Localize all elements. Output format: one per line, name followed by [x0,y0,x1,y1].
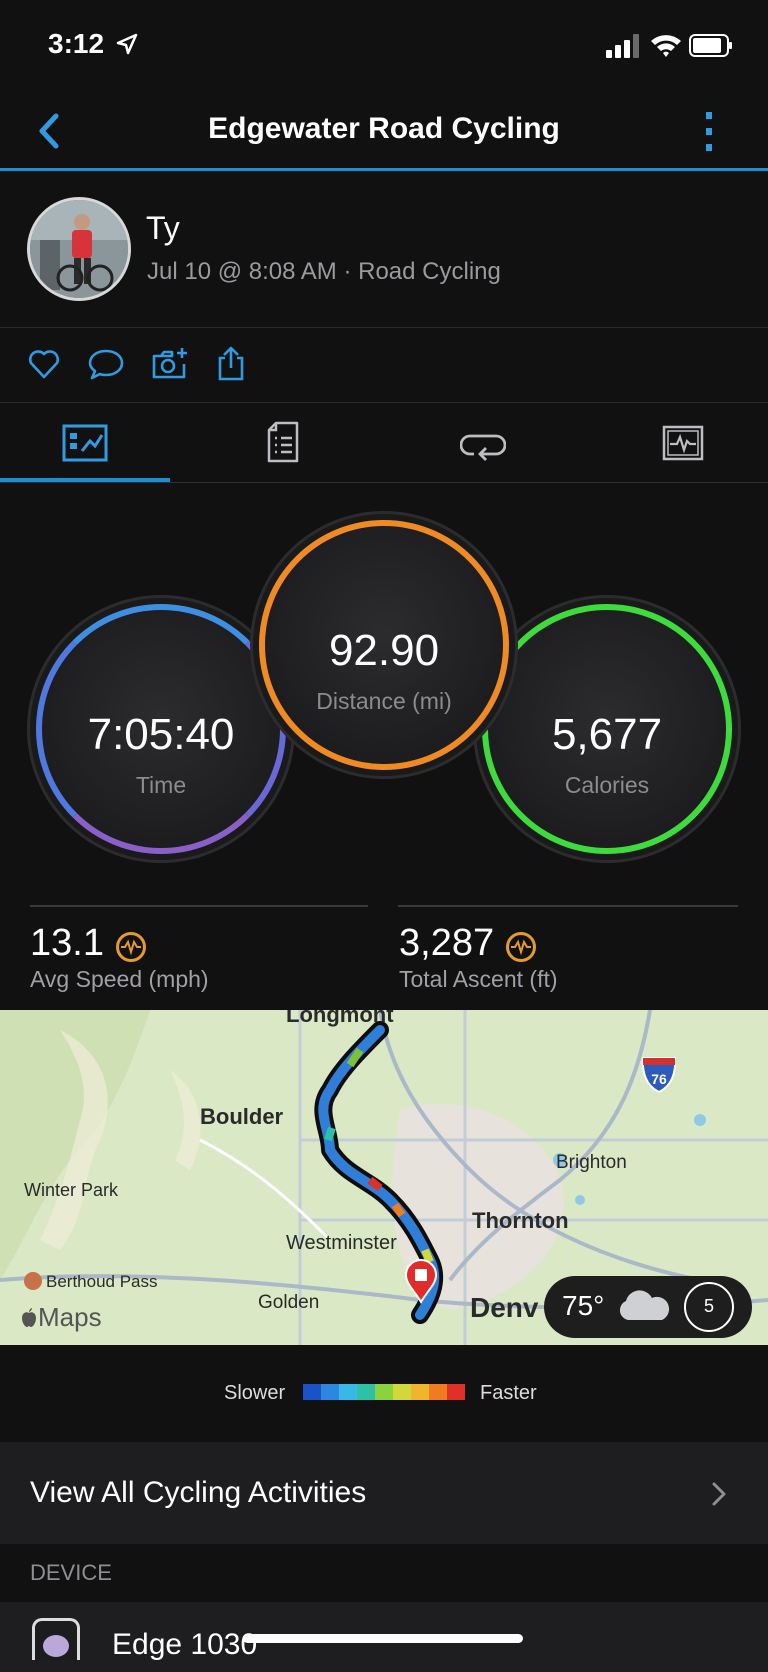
calories-label: Calories [564,772,650,798]
user-name[interactable]: Ty [146,210,180,247]
status-indicators [604,30,734,60]
distance-label: Distance (mi) [316,688,452,714]
details-icon [267,421,299,463]
map-pin-icon [404,1258,438,1304]
nav-divider [0,168,768,171]
overview-icon [62,424,108,462]
location-arrow-icon [116,33,138,55]
stat-divider [30,905,368,907]
tab-details[interactable] [266,420,300,464]
time-label: Time [135,772,187,798]
divider [0,402,768,403]
avg-speed-label: Avg Speed (mph) [30,965,209,992]
route-map[interactable]: Longmont Boulder Winter Park Brighton Th… [0,1010,768,1345]
weather-badge[interactable]: 75° 5 [544,1276,752,1338]
page-title: Edgewater Road Cycling [208,112,560,145]
charts-icon [662,425,704,461]
tab-overview[interactable] [62,423,108,463]
status-time: 3:12 [48,28,138,60]
legend-color-segment [303,1384,321,1400]
activity-wave-icon [115,931,146,962]
map-place-thornton: Thornton [472,1208,569,1233]
device-name: Edge 1030 [112,1628,258,1661]
legend-color-segment [411,1384,429,1400]
map-place-denver: Denv [470,1292,539,1323]
temperature: 75° [562,1290,605,1321]
avg-speed-stat[interactable]: 13.1 Avg Speed (mph) [30,922,209,993]
vertical-dots-icon [706,112,712,151]
maps-attribution: Maps [20,1302,102,1333]
interstate-shield-icon: 76 [640,1054,678,1094]
comment-button[interactable] [87,346,125,382]
legend-color-segment [375,1384,393,1400]
view-all-label: View All Cycling Activities [30,1476,367,1509]
camera-add-icon [152,348,187,379]
svg-text:76: 76 [651,1071,667,1087]
share-icon [218,346,244,381]
battery-icon [689,34,732,57]
time-circle: 7:05:40 Time [36,604,286,854]
legend-faster: Faster [480,1382,537,1404]
total-ascent-stat[interactable]: 3,287 Total Ascent (ft) [399,922,558,993]
active-tab-indicator [0,478,170,482]
calories-circle: 5,677 Calories [482,604,732,854]
device-section-header: DEVICE [30,1560,112,1585]
map-place-golden: Golden [258,1292,320,1313]
laps-icon [459,434,507,461]
comment-icon [88,349,124,380]
legend-color-segment [321,1384,339,1400]
add-photo-button[interactable] [150,344,190,382]
legend-slower: Slower [224,1382,286,1404]
home-indicator [243,1634,523,1643]
bike-computer-icon [32,1618,80,1660]
legend-color-segment [339,1384,357,1400]
wifi-icon [651,35,681,57]
activity-wave-icon [506,931,537,962]
legend-color-segment [393,1384,411,1400]
time-value: 7:05:40 [87,710,235,759]
chevron-right-icon [710,1480,728,1508]
map-place-westminster: Westminster [286,1232,397,1254]
heart-icon [28,350,60,379]
distance-circle: 92.90 Distance (mi) [259,520,509,770]
calories-value: 5,677 [551,710,663,759]
legend-color-segment [447,1384,465,1400]
legend-color-segment [357,1384,375,1400]
tab-charts[interactable] [662,424,704,462]
map-place-boulder: Boulder [200,1104,284,1129]
map-place-winter-park: Winter Park [24,1180,119,1200]
cloud-icon [619,1290,670,1320]
stat-divider [398,905,738,907]
speed-legend-bar [303,1384,465,1400]
activity-meta: Jul 10 @ 8:08 AM · Road Cycling [147,258,501,285]
avg-speed-value: 13.1 [30,922,104,964]
avatar[interactable] [27,197,131,301]
more-options-button[interactable] [696,106,722,156]
like-button[interactable] [26,346,62,382]
wind-indicator: 5 [684,1282,734,1332]
cellular-signal-icon [606,34,639,58]
tab-divider [0,482,768,483]
divider [0,327,768,328]
map-place-berthoud-pass: Berthoud Pass [24,1272,158,1292]
tab-laps[interactable] [459,428,507,462]
legend-color-segment [429,1384,447,1400]
total-ascent-value: 3,287 [399,922,495,964]
map-place-longmont: Longmont [286,1010,394,1027]
mountain-pass-icon [24,1272,42,1290]
share-button[interactable] [215,344,247,382]
map-place-brighton: Brighton [556,1152,627,1173]
apple-logo-icon [22,1308,36,1327]
total-ascent-label: Total Ascent (ft) [399,965,558,992]
distance-value: 92.90 [328,626,440,675]
